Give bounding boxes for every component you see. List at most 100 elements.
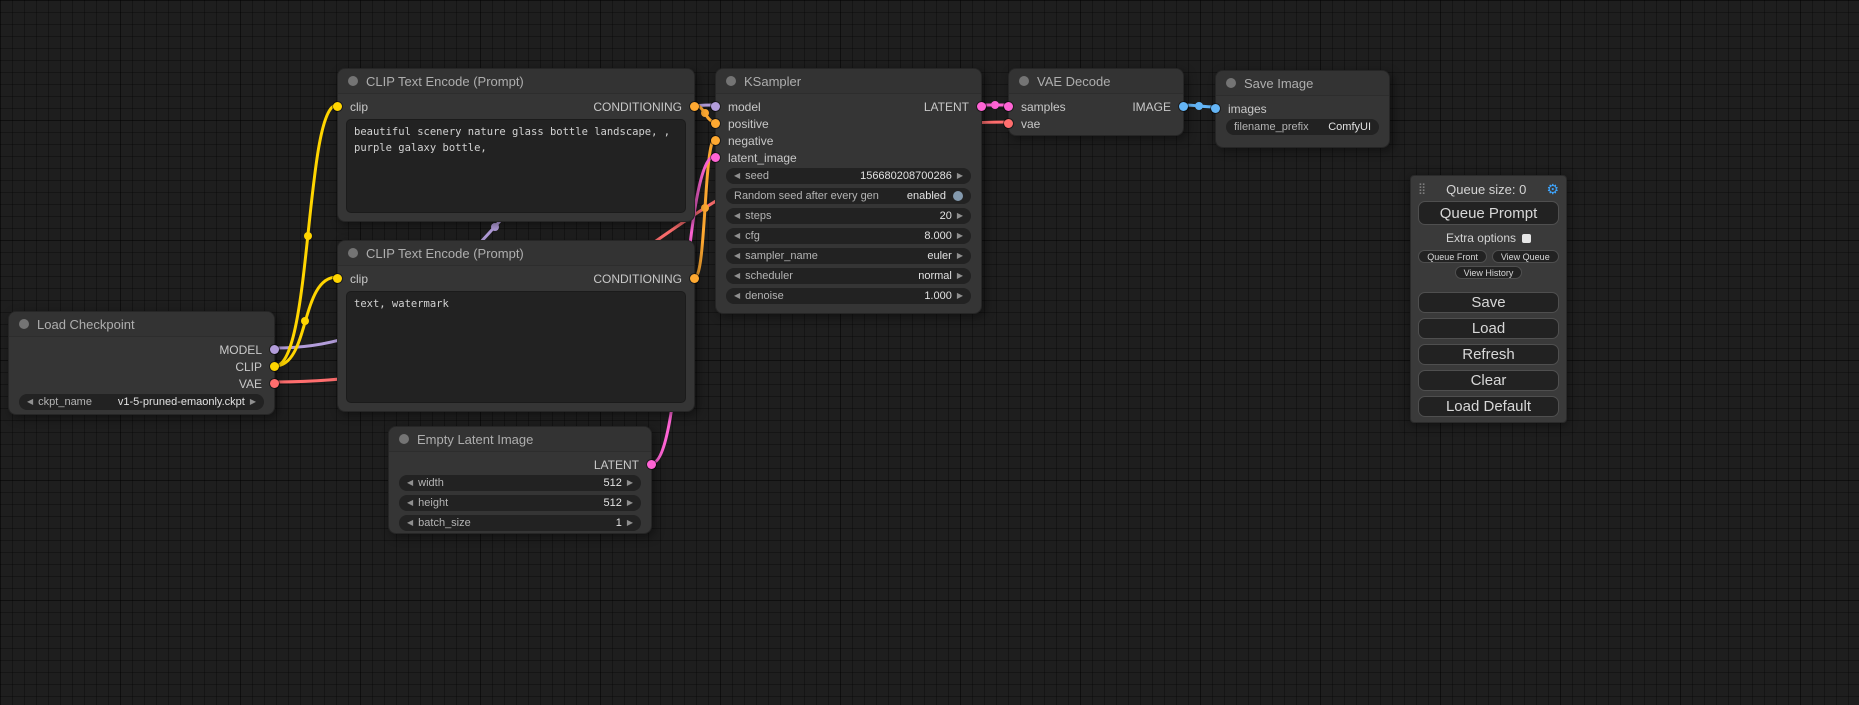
- collapse-dot[interactable]: [1226, 78, 1236, 88]
- collapse-dot[interactable]: [726, 76, 736, 86]
- input-label: samples: [1021, 100, 1066, 114]
- widget-name: height: [418, 497, 448, 509]
- queue-panel-header: ⣿ Queue size: 0 ⚙: [1418, 179, 1559, 199]
- collapse-dot[interactable]: [348, 76, 358, 86]
- node-clip-text-encode-negative[interactable]: CLIP Text Encode (Prompt) clip CONDITION…: [337, 240, 695, 412]
- right-arrow-icon[interactable]: ▶: [957, 272, 963, 280]
- input-port-clip[interactable]: [333, 274, 342, 283]
- collapse-dot[interactable]: [1019, 76, 1029, 86]
- output-label: CLIP: [235, 360, 262, 374]
- input-port-model[interactable]: [711, 102, 720, 111]
- collapse-dot[interactable]: [19, 319, 29, 329]
- queue-front-button[interactable]: Queue Front: [1418, 250, 1487, 263]
- right-arrow-icon[interactable]: ▶: [957, 172, 963, 180]
- right-arrow-icon[interactable]: ▶: [627, 519, 633, 527]
- save-button[interactable]: Save: [1418, 292, 1559, 313]
- input-label: positive: [728, 117, 769, 131]
- drag-handle-icon[interactable]: ⣿: [1418, 184, 1426, 195]
- widget-denoise[interactable]: ◀ denoise 1.000 ▶: [726, 288, 971, 304]
- widget-scheduler[interactable]: ◀ scheduler normal ▶: [726, 268, 971, 284]
- view-queue-button[interactable]: View Queue: [1492, 250, 1559, 263]
- input-port-images[interactable]: [1211, 104, 1220, 113]
- node-title-bar[interactable]: VAE Decode: [1009, 69, 1183, 94]
- node-clip-text-encode-positive[interactable]: CLIP Text Encode (Prompt) clip CONDITION…: [337, 68, 695, 222]
- input-port-samples[interactable]: [1004, 102, 1013, 111]
- right-arrow-icon[interactable]: ▶: [627, 479, 633, 487]
- load-default-button[interactable]: Load Default: [1418, 396, 1559, 417]
- left-arrow-icon[interactable]: ◀: [407, 479, 413, 487]
- collapse-dot[interactable]: [399, 434, 409, 444]
- node-save-image[interactable]: Save Image images filename_prefix ComfyU…: [1215, 70, 1390, 148]
- load-button[interactable]: Load: [1418, 318, 1559, 339]
- widget-name: denoise: [745, 290, 784, 302]
- left-arrow-icon[interactable]: ◀: [734, 292, 740, 300]
- input-port-clip[interactable]: [333, 102, 342, 111]
- widget-value: 512: [453, 497, 622, 509]
- right-arrow-icon[interactable]: ▶: [957, 252, 963, 260]
- output-port-latent[interactable]: [647, 460, 656, 469]
- output-port-conditioning[interactable]: [690, 274, 699, 283]
- input-port-latent-image[interactable]: [711, 153, 720, 162]
- node-load-checkpoint[interactable]: Load Checkpoint MODEL CLIP VAE ◀ ckpt_na…: [8, 311, 275, 415]
- node-title-bar[interactable]: CLIP Text Encode (Prompt): [338, 69, 694, 94]
- input-port-positive[interactable]: [711, 119, 720, 128]
- node-title-bar[interactable]: KSampler: [716, 69, 981, 94]
- queue-panel[interactable]: ⣿ Queue size: 0 ⚙ Queue Prompt Extra opt…: [1410, 175, 1567, 423]
- widget-ckpt-name[interactable]: ◀ ckpt_name v1-5-pruned-emaonly.ckpt ▶: [19, 394, 264, 410]
- widget-seed[interactable]: ◀ seed 156680208700286 ▶: [726, 168, 971, 184]
- node-title-bar[interactable]: Save Image: [1216, 71, 1389, 96]
- left-arrow-icon[interactable]: ◀: [407, 519, 413, 527]
- output-label: LATENT: [594, 458, 639, 472]
- toggle-indicator[interactable]: [953, 191, 963, 201]
- node-ksampler[interactable]: KSampler model positive negative latent_…: [715, 68, 982, 314]
- widget-filename-prefix[interactable]: filename_prefix ComfyUI: [1226, 119, 1379, 135]
- positive-prompt-textarea[interactable]: beautiful scenery nature glass bottle la…: [346, 119, 686, 213]
- output-port-model[interactable]: [270, 345, 279, 354]
- left-arrow-icon[interactable]: ◀: [734, 272, 740, 280]
- input-port-negative[interactable]: [711, 136, 720, 145]
- left-arrow-icon[interactable]: ◀: [734, 212, 740, 220]
- widget-random-seed-toggle[interactable]: Random seed after every gen enabled: [726, 188, 971, 204]
- output-port-image[interactable]: [1179, 102, 1188, 111]
- collapse-dot[interactable]: [348, 248, 358, 258]
- view-history-button[interactable]: View History: [1455, 266, 1523, 279]
- widget-name: steps: [745, 210, 771, 222]
- graph-canvas[interactable]: Load Checkpoint MODEL CLIP VAE ◀ ckpt_na…: [0, 0, 1859, 705]
- widget-name: filename_prefix: [1234, 121, 1309, 133]
- input-label: negative: [728, 134, 773, 148]
- output-port-vae[interactable]: [270, 379, 279, 388]
- left-arrow-icon[interactable]: ◀: [734, 232, 740, 240]
- left-arrow-icon[interactable]: ◀: [734, 252, 740, 260]
- queue-prompt-button[interactable]: Queue Prompt: [1418, 201, 1559, 225]
- negative-prompt-textarea[interactable]: text, watermark: [346, 291, 686, 403]
- wire-clip-to-negative: [275, 277, 337, 366]
- clear-button[interactable]: Clear: [1418, 370, 1559, 391]
- node-title-bar[interactable]: Empty Latent Image: [389, 427, 651, 452]
- right-arrow-icon[interactable]: ▶: [627, 499, 633, 507]
- widget-batch-size[interactable]: ◀ batch_size 1 ▶: [399, 515, 641, 531]
- right-arrow-icon[interactable]: ▶: [957, 212, 963, 220]
- widget-steps[interactable]: ◀ steps 20 ▶: [726, 208, 971, 224]
- node-title-bar[interactable]: Load Checkpoint: [9, 312, 274, 337]
- output-port-conditioning[interactable]: [690, 102, 699, 111]
- widget-height[interactable]: ◀ height 512 ▶: [399, 495, 641, 511]
- left-arrow-icon[interactable]: ◀: [27, 398, 33, 406]
- right-arrow-icon[interactable]: ▶: [957, 232, 963, 240]
- node-empty-latent-image[interactable]: Empty Latent Image LATENT ◀ width 512 ▶ …: [388, 426, 652, 534]
- input-port-vae[interactable]: [1004, 119, 1013, 128]
- extra-options-checkbox[interactable]: [1522, 234, 1531, 243]
- left-arrow-icon[interactable]: ◀: [407, 499, 413, 507]
- refresh-button[interactable]: Refresh: [1418, 344, 1559, 365]
- node-vae-decode[interactable]: VAE Decode samples vae IMAGE: [1008, 68, 1184, 136]
- right-arrow-icon[interactable]: ▶: [957, 292, 963, 300]
- settings-gear-icon[interactable]: ⚙: [1546, 182, 1559, 196]
- widget-width[interactable]: ◀ width 512 ▶: [399, 475, 641, 491]
- left-arrow-icon[interactable]: ◀: [734, 172, 740, 180]
- output-port-clip[interactable]: [270, 362, 279, 371]
- widget-name: Random seed after every gen: [734, 190, 879, 202]
- widget-sampler-name[interactable]: ◀ sampler_name euler ▶: [726, 248, 971, 264]
- output-port-latent[interactable]: [977, 102, 986, 111]
- right-arrow-icon[interactable]: ▶: [250, 398, 256, 406]
- node-title-bar[interactable]: CLIP Text Encode (Prompt): [338, 241, 694, 266]
- widget-cfg[interactable]: ◀ cfg 8.000 ▶: [726, 228, 971, 244]
